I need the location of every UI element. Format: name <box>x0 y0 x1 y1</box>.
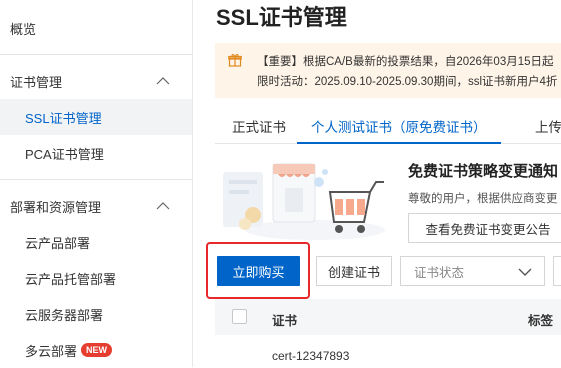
sidebar-item-label: 概览 <box>10 21 37 37</box>
page-title: SSL证书管理 <box>216 5 347 30</box>
notice-banner: 【重要】根据CA/B最新的投票结果，自2026年03月15日起 限时活动：202… <box>215 43 561 98</box>
sidebar-item-cloud-server[interactable]: 云服务器部署 <box>0 296 192 332</box>
sidebar-item-label: 云服务器部署 <box>25 307 104 323</box>
buy-now-button[interactable]: 立即购买 <box>217 256 300 286</box>
chevron-up-icon <box>156 77 170 85</box>
view-announcement-button[interactable]: 查看免费证书变更公告 <box>408 213 561 243</box>
main-content: SSL证书管理 【重要】根据CA/B最新的投票结果，自2026年03月15日起 … <box>193 0 561 367</box>
toolbar: 立即购买 创建证书 证书状态 <box>206 242 561 299</box>
column-header-tag: 标签 <box>528 314 554 328</box>
sidebar-group-deployment[interactable]: 部署和资源管理 <box>0 188 192 224</box>
select-placeholder: 证书状态 <box>414 265 465 280</box>
new-badge: NEW <box>81 343 113 357</box>
divider <box>0 179 192 180</box>
sidebar-item-label: 云产品部署 <box>25 235 91 251</box>
sidebar-item-cloud-product[interactable]: 云产品部署 <box>0 224 192 260</box>
sidebar: 概览 证书管理 SSL证书管理 PCA证书管理 部署和资源管理 云产品部署 云产… <box>0 0 193 367</box>
banner-title: 免费证书策略变更通知 <box>408 163 559 180</box>
gift-icon <box>228 54 242 67</box>
sidebar-item-overview[interactable]: 概览 <box>0 10 192 46</box>
sidebar-group-label: 证书管理 <box>10 74 63 90</box>
tab-upload[interactable]: 上传 <box>535 108 561 143</box>
select-all-checkbox[interactable] <box>232 309 247 324</box>
tab-active-indicator <box>297 142 501 144</box>
chevron-up-icon <box>156 202 170 210</box>
sidebar-item-label: PCA证书管理 <box>25 146 104 162</box>
sidebar-item-cloud-hosted[interactable]: 云产品托管部署 <box>0 260 192 296</box>
sidebar-item-label: SSL证书管理 <box>25 110 102 126</box>
sidebar-item-pca[interactable]: PCA证书管理 <box>0 135 192 171</box>
cert-status-select[interactable]: 证书状态 <box>400 256 545 286</box>
search-input[interactable] <box>553 256 561 286</box>
divider <box>0 54 192 55</box>
table-row-cert-name[interactable]: cert-12347893 <box>272 349 349 363</box>
sidebar-item-label: 云产品托管部署 <box>25 271 117 287</box>
chevron-down-icon <box>518 268 532 276</box>
notice-text: 【重要】根据CA/B最新的投票结果，自2026年03月15日起 <box>257 56 554 68</box>
sidebar-item-multi-cloud[interactable]: 多云部署 NEW <box>0 332 192 368</box>
tab-personal-test-cert[interactable]: 个人测试证书（原免费证书） <box>297 108 501 144</box>
sidebar-group-label: 部署和资源管理 <box>10 199 102 215</box>
banner-text: 尊敬的用户，根据供应商变更 <box>408 193 558 205</box>
tab-bar: 正式证书 个人测试证书（原免费证书） 上传 <box>215 108 561 144</box>
promo-banner: 免费证书策略变更通知 尊敬的用户，根据供应商变更 查看免费证书变更公告 <box>215 152 561 247</box>
sidebar-group-cert-management[interactable]: 证书管理 <box>0 63 192 99</box>
tab-label: 个人测试证书（原免费证书） <box>311 119 487 135</box>
tab-formal-cert[interactable]: 正式证书 <box>232 108 286 143</box>
shopping-illustration <box>215 152 390 247</box>
column-header-cert: 证书 <box>272 314 298 328</box>
notice-text: 限时活动：2025.09.10-2025.09.30期间，ssl证书新用户4折 <box>257 76 558 88</box>
sidebar-item-ssl[interactable]: SSL证书管理 <box>0 99 192 135</box>
create-cert-button[interactable]: 创建证书 <box>316 256 392 286</box>
sidebar-item-label: 多云部署 <box>25 343 78 359</box>
table-header: 证书 标签 <box>215 299 561 335</box>
